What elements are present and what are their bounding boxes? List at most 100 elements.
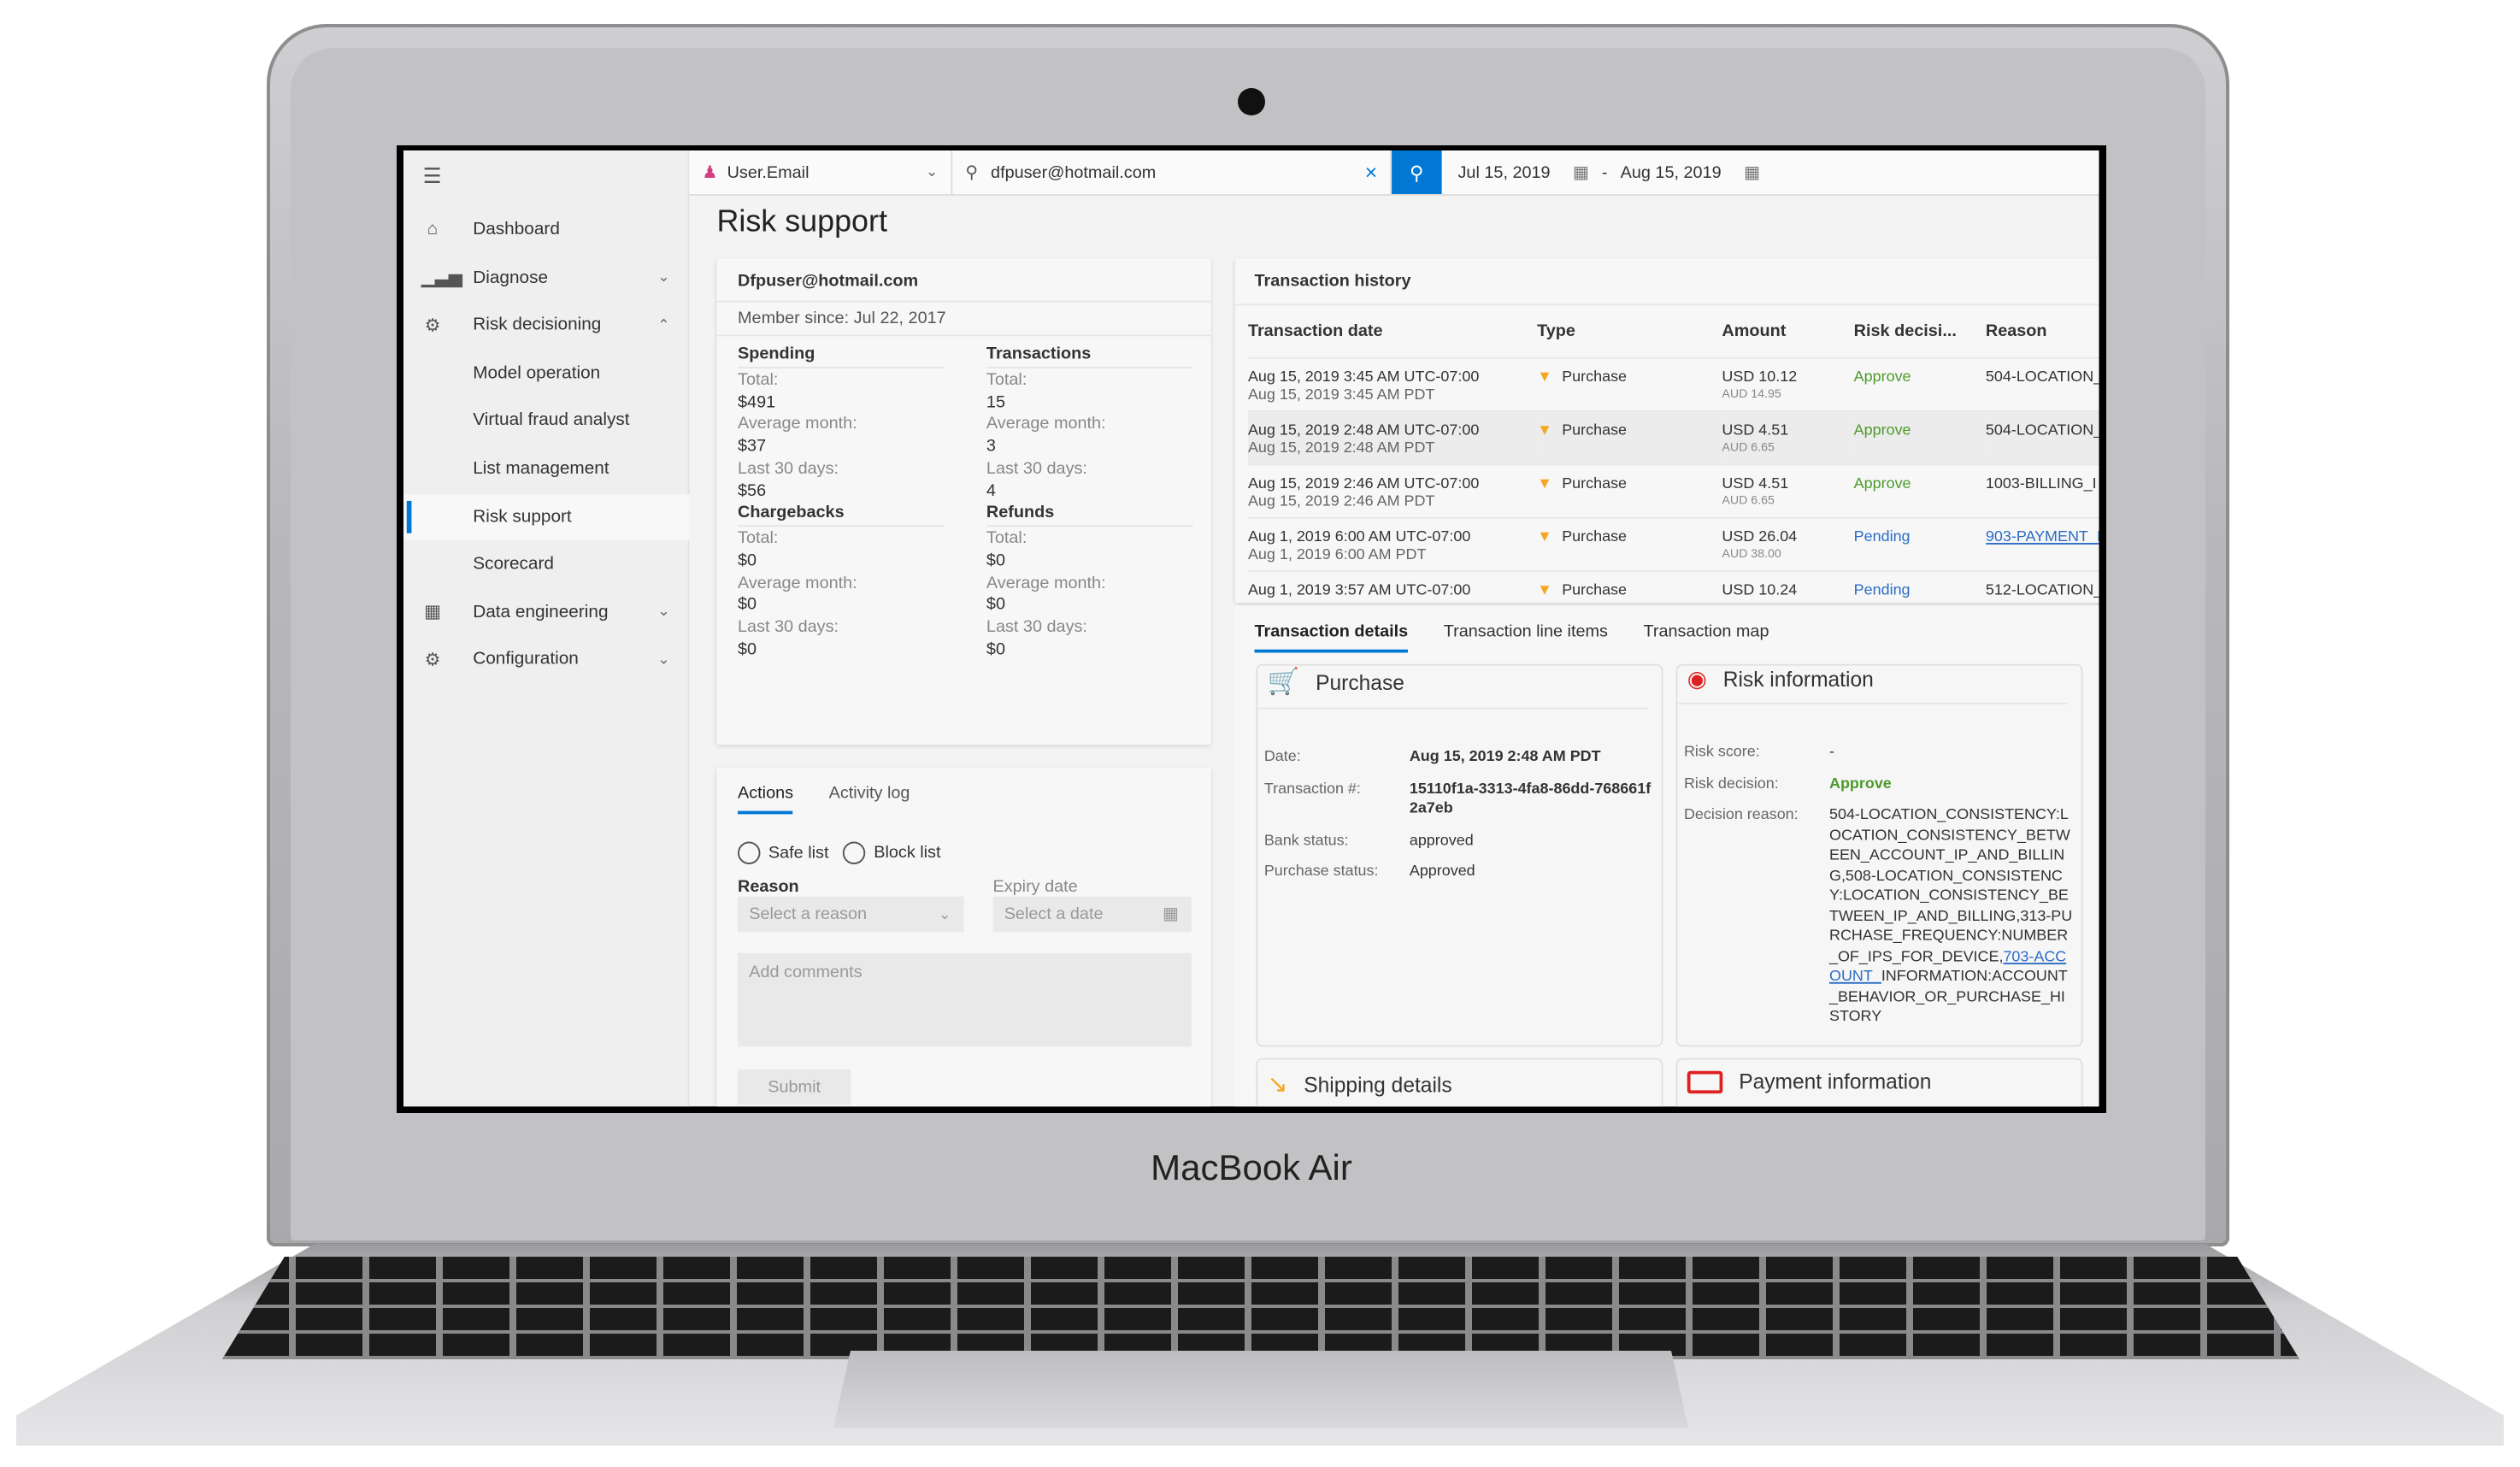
stat-group-transactions: Transactions Total: 15 Average month: 3 Last … xyxy=(986,345,1197,504)
sidebar-item-dashboard[interactable]: ⌂ Dashboard xyxy=(403,207,689,252)
page-title: Risk support xyxy=(716,205,887,239)
member-since: Member since: Jul 22, 2017 xyxy=(716,303,1211,337)
transaction-date: Aug 15, 2019 2:48 AM UTC-07:00 xyxy=(1247,421,1480,439)
stat-label: Last 30 days: xyxy=(986,458,1087,479)
sidebar-item-list-management[interactable]: List management xyxy=(403,446,689,492)
tab-transaction-details[interactable]: Transaction details xyxy=(1254,622,1409,653)
sidebar-item-virtual-fraud-analyst[interactable]: Virtual fraud analyst xyxy=(403,398,689,444)
stat-value: 15 xyxy=(986,392,1006,412)
reason-select[interactable]: Select a reason ⌄ xyxy=(738,896,964,933)
date-from[interactable]: Jul 15, 2019 xyxy=(1458,162,1551,182)
table-row[interactable]: Aug 15, 2019 3:45 AM UTC-07:00 Aug 15, 20… xyxy=(1247,356,2099,411)
transaction-date-cell: Aug 15, 2019 2:46 AM UTC-07:00 Aug 15, 20… xyxy=(1247,462,1538,517)
keyboard-rows xyxy=(222,1257,2299,1359)
table-row[interactable]: Aug 1, 2019 6:00 AM UTC-07:00 Aug 1, 2019… xyxy=(1247,516,2099,571)
calendar-icon[interactable]: ▦ xyxy=(1573,162,1589,182)
purchase-title: Purchase xyxy=(1316,669,1404,694)
search-button[interactable]: ⚲ xyxy=(1392,150,1442,195)
stat-value: 4 xyxy=(986,480,996,500)
block-list-label: Block list xyxy=(874,842,941,863)
table-row[interactable]: Aug 15, 2019 2:48 AM UTC-07:00 Aug 15, 20… xyxy=(1247,409,2099,464)
stat-label: Last 30 days: xyxy=(986,616,1087,637)
transaction-date-cell: Aug 15, 2019 3:45 AM UTC-07:00 Aug 15, 20… xyxy=(1247,356,1538,411)
sidebar-item-label: Risk decisioning xyxy=(473,315,602,335)
cart-icon: ▼ xyxy=(1537,368,1552,386)
risk-decision: Pending xyxy=(1853,580,1911,599)
risk-decision: Approve xyxy=(1853,474,1911,492)
sidebar-item-label: Scorecard xyxy=(473,554,554,574)
cart-icon: ▼ xyxy=(1537,421,1552,439)
sidebar-item-configuration[interactable]: ⚙ Configuration ⌄ xyxy=(403,637,689,682)
sidebar-item-risk-decisioning[interactable]: ⚙ Risk decisioning ⌃ xyxy=(403,303,689,348)
hamburger-icon[interactable]: ☰ xyxy=(423,163,442,189)
risk-score-label: Risk score: xyxy=(1683,743,1760,762)
sidebar-item-data-engineering[interactable]: ▦ Data engineering ⌄ xyxy=(403,589,689,634)
transaction-type: Purchase xyxy=(1562,421,1628,439)
table-row[interactable]: Aug 1, 2019 3:57 AM UTC-07:00 ▼ Purchase … xyxy=(1247,569,2099,603)
expiry-date-picker[interactable]: Select a date ▦ xyxy=(992,896,1192,933)
comments-input[interactable]: Add comments xyxy=(738,952,1192,1047)
calendar-icon[interactable]: ▦ xyxy=(1744,162,1760,182)
sidebar-item-diagnose[interactable]: ▁▃▅ Diagnose ⌄ xyxy=(403,255,689,300)
amount: USD 26.04 xyxy=(1722,527,1798,545)
chevron-down-icon: ⌄ xyxy=(926,163,939,180)
sidebar-item-model-operation[interactable]: Model operation xyxy=(403,351,689,396)
submit-label: Submit xyxy=(768,1077,821,1097)
table-row[interactable]: Aug 15, 2019 2:46 AM UTC-07:00 Aug 15, 20… xyxy=(1247,462,2099,517)
amount-cell: USD 10.24 xyxy=(1722,569,1854,603)
sidebar-item-label: Dashboard xyxy=(473,220,560,239)
block-list-radio[interactable] xyxy=(843,841,866,864)
column-header[interactable]: Transaction date xyxy=(1248,305,1537,356)
stat-group-title: Refunds xyxy=(986,503,1193,527)
search-input[interactable]: ⚲ dfpuser@hotmail.com × xyxy=(952,150,1392,195)
search-value: dfpuser@hotmail.com xyxy=(991,162,1157,182)
field-select[interactable]: ♟ User.Email ⌄ xyxy=(689,150,953,195)
safe-list-label: Safe list xyxy=(768,842,829,863)
reason[interactable]: 903-PAYMENT_I xyxy=(1986,527,2099,545)
stat-group-title: Spending xyxy=(738,345,945,369)
type-cell: ▼ Purchase xyxy=(1537,569,1722,603)
column-header[interactable]: Risk decisi... xyxy=(1854,305,1986,356)
screen-frame: ☰ ⌂ Dashboard ▁▃▅ Diagnose ⌄ ⚙ Risk decisionin… xyxy=(397,145,2106,1113)
sidebar-item-scorecard[interactable]: Scorecard xyxy=(403,541,689,586)
column-header[interactable]: Type xyxy=(1537,305,1722,356)
submit-button[interactable]: Submit xyxy=(738,1069,851,1105)
transaction-history-title: Transaction history xyxy=(1234,259,2099,306)
reason-cell: 504-LOCATION_ xyxy=(1985,409,2099,464)
clear-icon[interactable]: × xyxy=(1365,160,1377,184)
sidebar-item-risk-support[interactable]: Risk support xyxy=(403,493,690,539)
sidebar-item-label: List management xyxy=(473,458,609,479)
payment-title: Payment information xyxy=(1739,1069,1932,1094)
column-header[interactable]: Amount xyxy=(1722,305,1853,356)
column-header[interactable]: Reason xyxy=(1986,305,2099,356)
risk-header: ◉ Risk information xyxy=(1677,666,2069,704)
tab-activity-log[interactable]: Activity log xyxy=(829,783,910,814)
user-icon: ♟ xyxy=(702,162,718,182)
stat-group-title: Transactions xyxy=(986,345,1193,369)
stat-label: Total: xyxy=(738,528,779,549)
stat-value: $0 xyxy=(986,551,1006,570)
calendar-icon: ▦ xyxy=(1162,904,1179,924)
stat-group-refunds: Refunds Total: $0 Average month: $0 Last 30 d… xyxy=(986,503,1197,662)
amount-local: AUD 6.65 xyxy=(1722,492,1775,507)
tab-transaction-map[interactable]: Transaction map xyxy=(1643,622,1769,653)
date-to[interactable]: Aug 15, 2019 xyxy=(1621,162,1722,182)
tab-actions[interactable]: Actions xyxy=(738,783,794,815)
search-icon: ⚲ xyxy=(965,162,978,182)
cart-icon: ▼ xyxy=(1537,527,1552,545)
stat-label: Last 30 days: xyxy=(738,616,839,637)
profile-email: Dfpuser@hotmail.com xyxy=(716,259,1211,303)
type-cell: ▼ Purchase xyxy=(1537,356,1722,411)
reason-cell: 1003-BILLING_I xyxy=(1985,462,2099,517)
type-cell: ▼ Purchase xyxy=(1537,462,1722,517)
amount: USD 4.51 xyxy=(1722,421,1789,439)
tab-transaction-line-items[interactable]: Transaction line items xyxy=(1444,622,1608,653)
decision-cell: Approve xyxy=(1853,356,1986,411)
safe-list-radio[interactable] xyxy=(738,841,761,864)
top-bar: ♟ User.Email ⌄ ⚲ dfpuser@hotmail.com × ⚲… xyxy=(689,150,2099,196)
stat-value: $0 xyxy=(738,551,757,570)
type-cell: ▼ Purchase xyxy=(1537,409,1722,464)
profile-card: Dfpuser@hotmail.com Member since: Jul 22… xyxy=(716,258,1211,745)
reason-label: Reason xyxy=(738,877,799,897)
date-range: Jul 15, 2019 ▦ - Aug 15, 2019 ▦ xyxy=(1442,150,2099,194)
